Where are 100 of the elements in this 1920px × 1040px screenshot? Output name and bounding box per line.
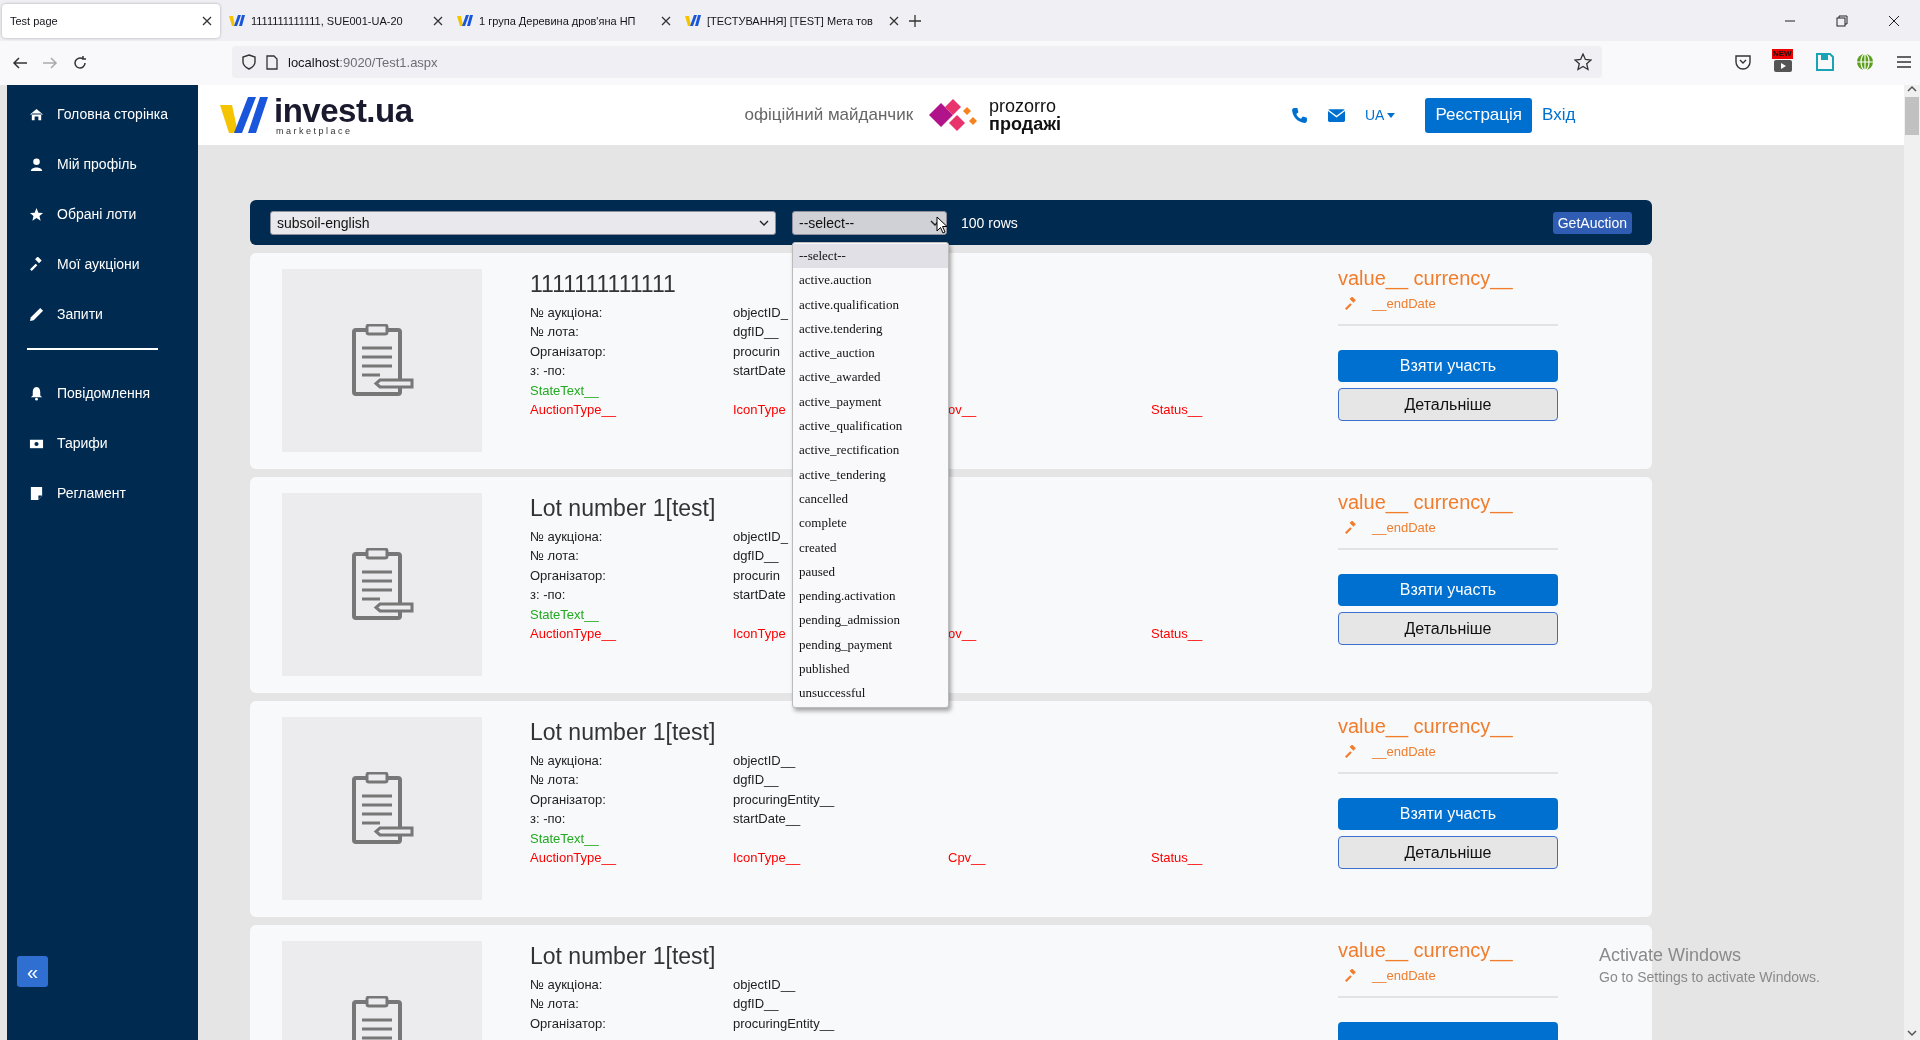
browser-tab[interactable]: Test page — [2, 3, 220, 38]
language-dropdown[interactable]: UA — [1364, 107, 1396, 123]
gavel-icon — [1344, 520, 1358, 535]
type-text: Status__ — [1151, 626, 1203, 642]
close-icon[interactable] — [1888, 14, 1900, 27]
field-value: procuringEntity__ — [733, 791, 835, 807]
type-text: IconType__ — [733, 850, 801, 866]
type-text: Status__ — [1151, 850, 1203, 866]
dropdown-option[interactable]: paused — [793, 559, 948, 585]
menu-icon[interactable] — [1896, 55, 1912, 69]
dropdown-option[interactable]: active_rectification — [793, 438, 948, 463]
scroll-down-icon[interactable] — [1907, 1029, 1917, 1037]
field-value: objectID_ — [733, 528, 788, 544]
video-extension-icon[interactable]: NEW — [1774, 52, 1794, 72]
dropdown-option[interactable]: active_tendering — [793, 462, 948, 487]
end-date: __endDate — [1372, 968, 1436, 983]
dropdown-option[interactable]: active.auction — [793, 268, 948, 293]
price-text: value__ currency__ — [1338, 267, 1514, 290]
dropdown-option[interactable]: complete — [793, 511, 948, 536]
sidebar-item[interactable]: Обрані лоти — [7, 189, 198, 239]
star-icon[interactable] — [1574, 53, 1592, 71]
clipboard-icon — [350, 547, 414, 622]
get-auction-button[interactable]: GetAuction — [1552, 211, 1632, 234]
price-text: value__ currency__ — [1338, 715, 1514, 738]
participate-button[interactable]: Взяти участь — [1338, 574, 1558, 606]
dropdown-option[interactable]: pending_payment — [793, 632, 948, 658]
type-text: ov__ — [948, 626, 977, 642]
price-text: value__ currency__ — [1338, 491, 1514, 514]
dropdown-option[interactable]: active_auction — [793, 341, 948, 366]
type-text: AuctionType__ — [530, 850, 616, 866]
dropdown-option[interactable]: pending_admission — [793, 608, 948, 633]
dropdown-option[interactable]: unsuccessful — [793, 681, 948, 706]
register-button[interactable]: Реєстрація — [1425, 97, 1532, 133]
new-tab-icon[interactable] — [908, 13, 922, 28]
w-logo-icon — [229, 13, 245, 28]
sidebar-item[interactable]: Мій профіль — [7, 139, 198, 189]
sidebar-item[interactable]: Запити — [7, 289, 198, 339]
phone-icon[interactable] — [1290, 106, 1308, 124]
collapse-button[interactable]: « — [17, 956, 48, 987]
details-button[interactable]: Детальніше — [1338, 388, 1558, 421]
browser-tab[interactable]: [ТЕСТУВАННЯ] [TEST] Мета тов — [680, 3, 904, 38]
close-icon[interactable] — [889, 15, 899, 26]
dropdown-option[interactable]: created — [793, 535, 948, 560]
browser-tab[interactable]: 1111111111111, SUE001-UA-20 — [224, 3, 448, 38]
state-text: StateText__ — [530, 830, 599, 846]
sidebar-item[interactable]: Регламент — [7, 468, 198, 518]
close-icon[interactable] — [433, 15, 443, 26]
type-text: IconType — [733, 626, 786, 642]
note-icon — [29, 485, 44, 501]
dropdown-option[interactable]: active_qualification — [793, 414, 948, 439]
field-value: objectID_ — [733, 304, 788, 320]
close-icon[interactable] — [661, 15, 671, 26]
type-text: Status__ — [1151, 402, 1203, 418]
back-arrow-icon[interactable] — [12, 55, 28, 71]
dropdown-option[interactable]: active.qualification — [793, 292, 948, 317]
field-value: procurin — [733, 343, 780, 359]
participate-button[interactable]: Взяти участь — [1338, 350, 1558, 382]
clipboard-icon — [350, 771, 414, 846]
w-logo-icon — [220, 95, 270, 135]
dropdown-option[interactable]: cancelled — [793, 486, 948, 512]
field-label: № лота: — [530, 323, 580, 342]
field-label: з: -по: — [530, 810, 567, 829]
globe-icon[interactable] — [1856, 53, 1874, 71]
dropdown-option[interactable]: published — [793, 657, 948, 682]
field-value: dgfID__ — [733, 548, 779, 564]
restore-icon[interactable] — [1836, 14, 1848, 27]
status-select[interactable]: --select-- — [792, 210, 947, 235]
dropdown-option[interactable]: pending.activation — [793, 584, 948, 609]
scrollbar-thumb[interactable] — [1905, 97, 1919, 135]
details-button[interactable]: Детальніше — [1338, 612, 1558, 645]
pocket-icon[interactable] — [1734, 53, 1752, 71]
field-label: з: -по: — [530, 362, 567, 381]
sidebar-item[interactable]: Головна сторінка — [7, 89, 198, 139]
scroll-up-icon[interactable] — [1907, 85, 1917, 93]
participate-button[interactable]: Взяти участь — [1338, 798, 1558, 830]
browser-tab[interactable]: 1 група Деревина дров'яна НП — [452, 3, 676, 38]
dropdown-option[interactable]: active.tendering — [793, 316, 948, 342]
brand-name: invest.ua — [274, 94, 413, 127]
reload-icon[interactable] — [72, 55, 88, 71]
lot-title: Lot number 1[test] — [530, 943, 716, 971]
field-label: № аукціона: — [530, 527, 604, 546]
activation-text: Go to Settings to activate Windows. — [1599, 969, 1820, 985]
dropdown-option[interactable]: active_awarded — [793, 365, 948, 390]
gavel-icon — [1344, 968, 1358, 983]
field-value: dgfID__ — [733, 996, 779, 1012]
dropdown-option[interactable]: active_payment — [793, 389, 948, 415]
home-icon — [29, 106, 44, 122]
address-bar[interactable]: localhost:9020/Test1.aspx — [232, 46, 1602, 78]
brand-subtitle: marketplace — [276, 127, 354, 136]
close-icon[interactable] — [202, 15, 212, 26]
sidebar-item[interactable]: Повідомлення — [7, 368, 198, 418]
category-select[interactable]: subsoil-english — [270, 210, 776, 235]
field-label: № лота: — [530, 547, 580, 566]
envelope-icon[interactable] — [1327, 108, 1345, 122]
sidebar-item[interactable]: Мої аукціони — [7, 239, 198, 289]
sidebar-item[interactable]: Тарифи — [7, 418, 198, 468]
dropdown-option[interactable]: --select-- — [793, 244, 948, 269]
details-button[interactable]: Детальніше — [1338, 836, 1558, 869]
field-value: procuringEntity__ — [733, 1015, 835, 1031]
type-text: Cpv__ — [948, 850, 986, 866]
